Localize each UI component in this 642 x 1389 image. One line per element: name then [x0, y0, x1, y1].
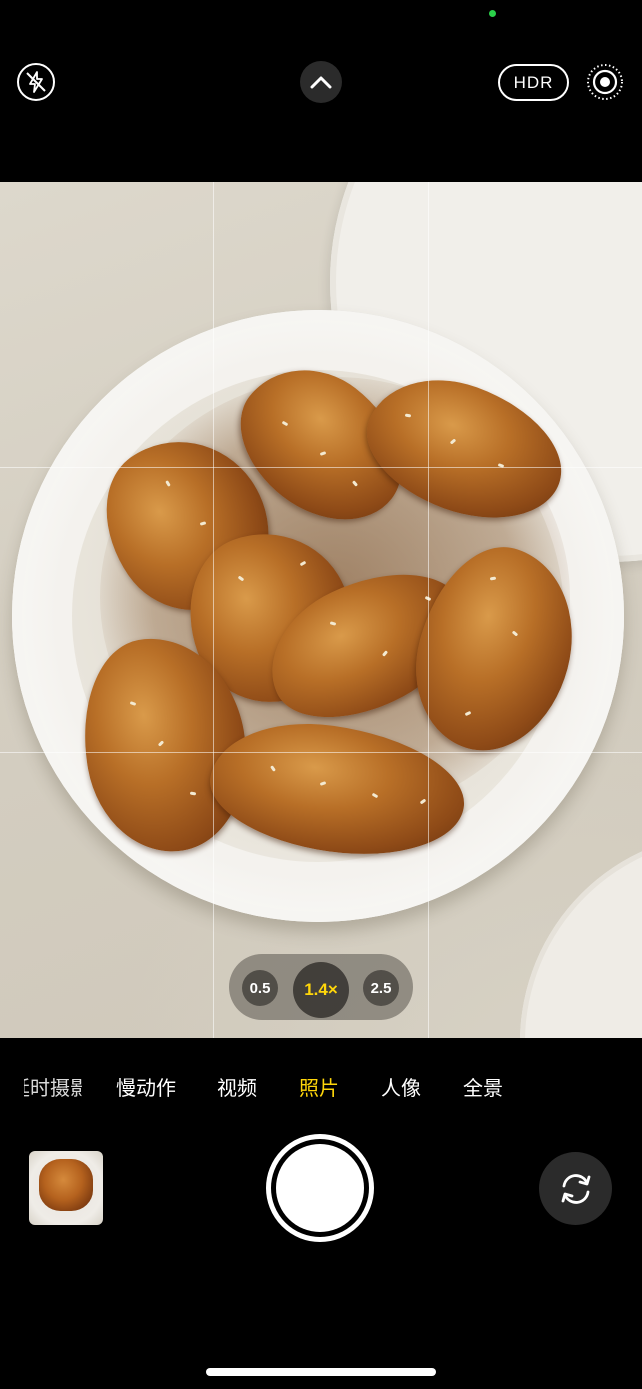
grid-line-horizontal — [0, 752, 642, 753]
mode-pano[interactable]: 全景 — [463, 1072, 503, 1101]
mode-time-lapse[interactable]: 延时摄影 — [24, 1072, 82, 1101]
live-photo-button[interactable] — [586, 63, 624, 101]
camera-mode-selector: 延时摄影 慢动作 视频 照片 人像 全景 — [0, 1068, 642, 1108]
camera-flip-icon — [561, 1173, 590, 1204]
grid-line-vertical — [428, 182, 429, 1038]
mode-video[interactable]: 视频 — [217, 1072, 257, 1101]
expand-controls-button[interactable] — [300, 61, 342, 103]
shutter-button[interactable] — [266, 1134, 374, 1242]
last-photo-thumbnail[interactable] — [29, 1151, 103, 1225]
viewfinder[interactable]: 0.5 1.4× 2.5 — [0, 182, 642, 1038]
camera-screen: HDR 0.5 1.4× 2.5 时摄影 慢动作 视频 照片 人像 全景 — [0, 0, 642, 1389]
home-indicator[interactable] — [206, 1368, 436, 1376]
background-plate — [520, 832, 642, 1038]
camera-in-use-indicator — [489, 10, 496, 17]
grid-line-vertical — [213, 182, 214, 1038]
zoom-option-2-5[interactable]: 2.5 — [363, 970, 399, 1006]
grid-line-horizontal — [0, 467, 642, 468]
hdr-button[interactable]: HDR — [498, 64, 569, 101]
flash-off-icon — [26, 71, 46, 93]
flash-toggle-button[interactable] — [17, 63, 55, 101]
mode-portrait[interactable]: 人像 — [381, 1072, 421, 1101]
zoom-option-1-4[interactable]: 1.4× — [293, 962, 349, 1018]
mode-photo[interactable]: 照片 — [299, 1072, 339, 1101]
switch-camera-button[interactable] — [539, 1152, 612, 1225]
zoom-selector: 0.5 1.4× 2.5 — [229, 954, 413, 1020]
zoom-option-0-5[interactable]: 0.5 — [242, 970, 278, 1006]
chevron-up-icon — [310, 76, 332, 89]
live-photo-icon — [587, 64, 623, 100]
mode-slo-mo[interactable]: 慢动作 — [116, 1072, 176, 1101]
hdr-label: HDR — [513, 72, 554, 92]
